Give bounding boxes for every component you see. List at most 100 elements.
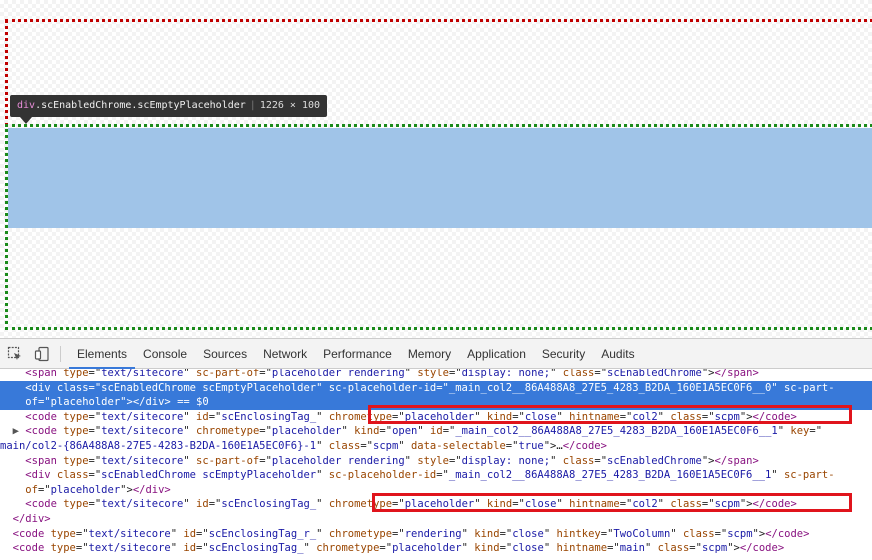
- dom-node-line[interactable]: ▶ <code type="text/sitecore" chrometype=…: [0, 424, 872, 439]
- inspect-element-icon[interactable]: [3, 342, 27, 366]
- attr-name-token: hintname: [569, 410, 620, 423]
- tag-token: <span: [25, 454, 64, 467]
- dom-node-line[interactable]: <code type="text/sitecore" id="scEnclosi…: [0, 497, 872, 512]
- elements-tree[interactable]: … <span type="text/sitecore" sc-part-of=…: [0, 369, 872, 560]
- punct-token: =": [689, 542, 702, 555]
- attr-value-token: scpm: [714, 410, 740, 423]
- punct-token: =": [512, 498, 525, 511]
- punct-token: =": [392, 527, 405, 540]
- tooltip-arrow: [20, 117, 32, 124]
- attr-name-token: id: [183, 527, 197, 540]
- devtools-tabbar: Elements Console Sources Network Performance…: [0, 339, 872, 369]
- attr-name-token: sc-part-: [783, 381, 835, 394]
- attr-name-token: kind: [354, 425, 380, 438]
- punct-token: =": [88, 469, 102, 482]
- punct-token: =": [499, 527, 513, 540]
- attr-name-token: id: [430, 425, 443, 438]
- punct-token: ">…: [543, 439, 563, 452]
- device-toolbar-icon[interactable]: [30, 342, 54, 366]
- dom-node-line[interactable]: of="placeholder"></div>: [0, 483, 872, 498]
- attr-value-token: rendering: [404, 527, 462, 540]
- punct-token: =": [88, 498, 102, 511]
- attr-name-token: hintkey: [556, 527, 601, 540]
- punct-token: ": [771, 381, 784, 394]
- dom-node-line[interactable]: main/col2-{86A488A8-27E5-4283-B2DA-160E1…: [0, 439, 872, 454]
- tag-token: </div>: [132, 396, 171, 409]
- attr-name-token: type: [63, 369, 89, 379]
- attr-value-token: scEnclosingTag_r_: [208, 527, 317, 540]
- dom-node-line[interactable]: <code type="text/sitecore" id="scEnclosi…: [0, 410, 872, 425]
- punct-token: ">: [739, 410, 753, 423]
- attr-name-token: kind: [486, 498, 513, 511]
- tab-memory[interactable]: Memory: [400, 339, 459, 369]
- attr-name-token: class: [657, 542, 690, 555]
- punct-token: =": [701, 410, 715, 423]
- tab-performance[interactable]: Performance: [315, 339, 400, 369]
- punct-token: =": [75, 527, 89, 540]
- punct-token: ": [183, 425, 197, 438]
- punct-token: ": [556, 410, 570, 423]
- tag-token: </code>: [739, 542, 785, 555]
- tag-token: </code>: [765, 527, 810, 540]
- punct-token: ">: [739, 498, 753, 511]
- punct-token: =": [259, 454, 272, 467]
- punct-token: ": [543, 527, 557, 540]
- expand-triangle-icon[interactable]: ▶: [13, 425, 26, 437]
- punct-token: =": [208, 498, 222, 511]
- attr-value-token: TwoColumn: [613, 527, 671, 540]
- tab-elements[interactable]: Elements: [69, 339, 136, 369]
- attr-value-token: main/col2-{86A488A8-27E5-4283-B2DA-160E1…: [0, 439, 317, 452]
- dom-node-line[interactable]: <code type="text/sitecore" id="scEnclosi…: [0, 527, 872, 542]
- dom-node-line[interactable]: <code type="text/sitecore" id="scEnclosi…: [0, 541, 872, 556]
- tab-application[interactable]: Application: [459, 339, 534, 369]
- attr-name-token: kind: [474, 527, 500, 540]
- attr-name-token: hintname: [556, 542, 608, 555]
- tab-sources[interactable]: Sources: [195, 339, 255, 369]
- tab-network[interactable]: Network: [255, 339, 315, 369]
- attr-value-token: placeholder rendering: [271, 454, 405, 467]
- attr-name-token: sc-part-of: [196, 369, 260, 379]
- punct-token: ">: [727, 542, 740, 555]
- punct-token: ": [657, 498, 671, 511]
- dom-node-line[interactable]: <span type="text/sitecore" sc-part-of="p…: [0, 454, 872, 469]
- element-inspect-tooltip: div.scEnabledChrome.scEmptyPlaceholder | 1…: [10, 95, 328, 117]
- attr-name-token: type: [50, 542, 76, 555]
- dom-node-line[interactable]: </div>: [0, 512, 872, 527]
- attr-name-token: sc-part-: [783, 469, 835, 482]
- attr-value-token: true: [518, 439, 544, 452]
- punct-token: ": [316, 498, 329, 511]
- punct-token: ": [183, 410, 197, 423]
- attr-name-token: type: [63, 454, 89, 467]
- attr-value-token: placeholder: [404, 410, 475, 423]
- punct-token: ": [417, 425, 431, 438]
- punct-token: =": [448, 454, 462, 467]
- tag-token: </span>: [714, 369, 759, 379]
- dom-node-line[interactable]: <span type="text/sitecore" sc-part-of="p…: [0, 369, 872, 381]
- selected-dom-node-line[interactable]: of="placeholder"></div> == $0: [0, 395, 872, 410]
- selected-dom-node-line[interactable]: <div class="scEnabledChrome scEmptyPlace…: [0, 380, 872, 396]
- punct-token: =": [208, 410, 222, 423]
- attr-name-token: kind: [474, 542, 500, 555]
- inspected-element-highlight: [8, 128, 872, 228]
- tag-token: <div: [25, 469, 57, 482]
- attr-value-token: _main_col2__86A488A8_27E5_4283_B2DA_160E…: [448, 469, 772, 482]
- tab-console[interactable]: Console: [135, 339, 195, 369]
- attr-value-token: scpm: [727, 527, 753, 540]
- punct-token: =": [512, 410, 525, 423]
- punct-token: =": [37, 483, 51, 496]
- tag-token: <code: [25, 498, 64, 511]
- punct-token: =": [196, 542, 209, 555]
- punct-token: =": [392, 498, 405, 511]
- dom-node-line[interactable]: <div class="scEnabledChrome scEmptyPlace…: [0, 468, 872, 483]
- devtools-tabs: Elements Console Sources Network Performance…: [69, 339, 643, 369]
- punct-token: =": [360, 439, 373, 452]
- tooltip-dimensions: 1226 × 100: [259, 100, 321, 111]
- attr-name-token: kind: [486, 410, 513, 423]
- tab-security[interactable]: Security: [534, 339, 593, 369]
- attr-value-token: text/sitecore: [101, 425, 184, 438]
- punct-token: ": [341, 425, 355, 438]
- tab-audits[interactable]: Audits: [593, 339, 642, 369]
- punct-token: =": [88, 369, 102, 379]
- attr-name-token: data-selectable: [410, 439, 506, 452]
- punct-token: ": [474, 498, 487, 511]
